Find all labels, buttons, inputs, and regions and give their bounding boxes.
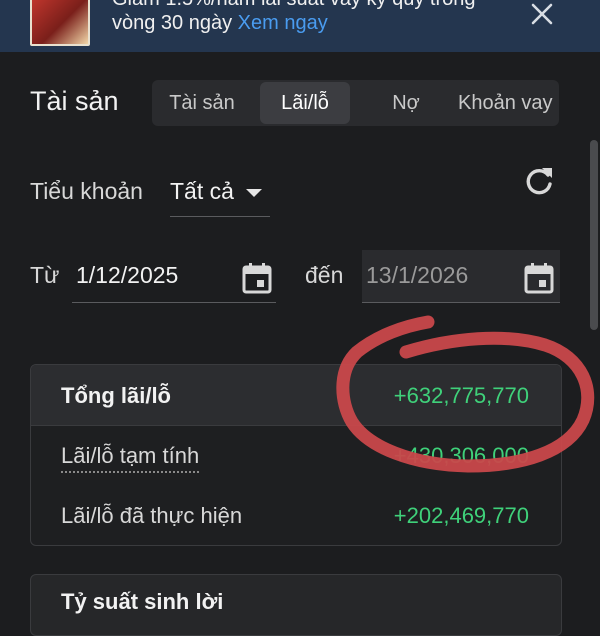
realized-pl-value: +202,469,770 (393, 503, 529, 528)
divider (31, 425, 561, 426)
scrollbar[interactable] (590, 140, 598, 330)
tab-bar: Tài sản Lãi/lỗ Nợ Khoản vay (152, 80, 559, 126)
close-icon[interactable] (528, 0, 556, 28)
total-pl-label: Tổng lãi/lỗ (61, 383, 171, 408)
calendar-icon[interactable] (524, 262, 554, 294)
tab-profit-loss[interactable]: Lãi/lỗ (260, 82, 350, 124)
to-label: đến (305, 262, 344, 288)
page-title: Tài sản (30, 86, 119, 116)
to-date-value: 13/1/2026 (366, 262, 469, 288)
promo-text-line1: Giảm 1.5%/năm lãi suất vay ký quỹ trong (112, 0, 476, 11)
from-label: Từ (30, 262, 60, 288)
promo-link[interactable]: Xem ngay (238, 12, 328, 34)
tab-debt[interactable]: Nợ (358, 80, 454, 126)
realized-pl-label: Lãi/lỗ đã thực hiện (61, 503, 243, 528)
provisional-pl-label[interactable]: Lãi/lỗ tạm tính (61, 443, 200, 473)
tab-assets[interactable]: Tài sản (152, 80, 252, 126)
calendar-icon[interactable] (242, 262, 272, 294)
from-date-field[interactable]: 1/12/2025 (72, 250, 276, 303)
sub-account-value: Tất cả (170, 178, 234, 204)
from-date-value: 1/12/2025 (76, 262, 179, 288)
profit-loss-summary-card: Tổng lãi/lỗ +632,775,770 Lãi/lỗ tạm tính… (30, 364, 562, 546)
refresh-icon[interactable] (522, 164, 556, 198)
promo-text-line2: vòng 30 ngày Xem ngay (112, 12, 328, 35)
promo-text: vòng 30 ngày (112, 12, 238, 34)
to-date-field[interactable]: 13/1/2026 (362, 250, 560, 303)
sub-account-select[interactable]: Tất cả (170, 170, 270, 217)
summary-header-row: Tổng lãi/lỗ +632,775,770 (31, 365, 561, 425)
return-rate-title: Tỷ suất sinh lời (61, 589, 224, 614)
total-pl-value: +632,775,770 (393, 383, 529, 408)
chevron-down-icon (246, 189, 262, 197)
promo-banner[interactable]: Giảm 1.5%/năm lãi suất vay ký quỹ trong … (0, 0, 600, 52)
provisional-pl-value: +430,306,000 (393, 443, 529, 468)
tab-loans[interactable]: Khoản vay (458, 80, 559, 126)
return-rate-card: Tỷ suất sinh lời (30, 574, 562, 636)
promo-thumbnail (30, 0, 90, 46)
sub-account-label: Tiểu khoản (30, 178, 143, 204)
